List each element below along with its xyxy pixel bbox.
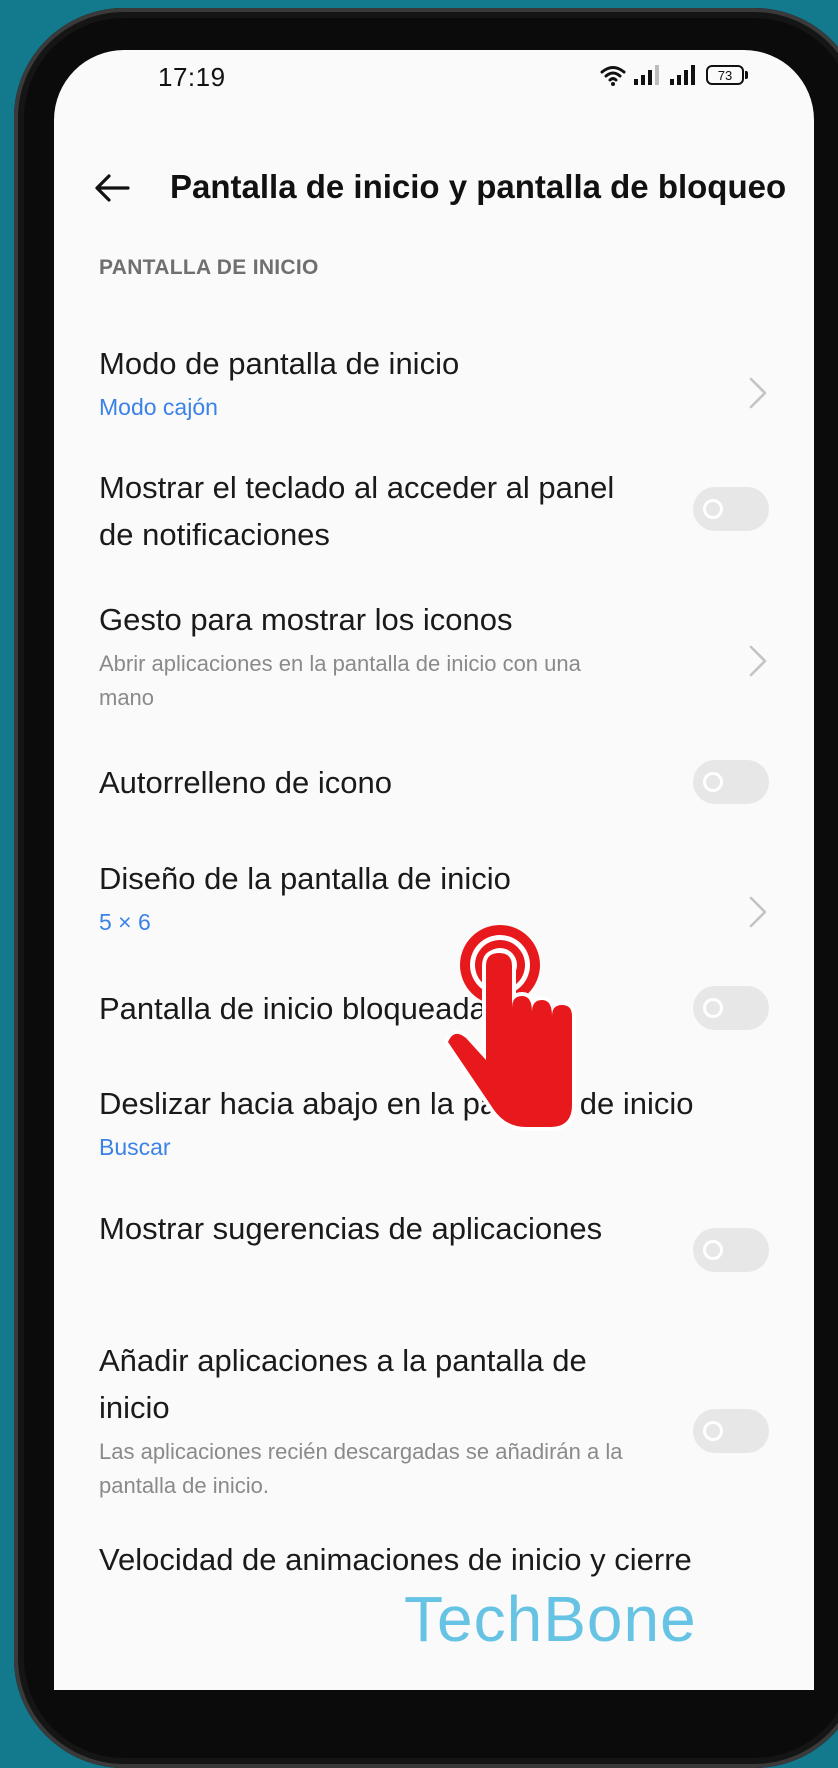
chevron-right-icon bbox=[749, 896, 767, 928]
toggle-knob bbox=[703, 499, 723, 519]
status-bar: 17:19 73 bbox=[54, 50, 814, 110]
setting-title: Mostrar el teclado al acceder al panel d… bbox=[99, 470, 615, 552]
setting-value: Buscar bbox=[99, 1134, 171, 1160]
phone-screen: 17:19 73 Pantalla de inicio y pantalla d… bbox=[54, 50, 814, 1690]
setting-title: Mostrar sugerencias de aplicaciones bbox=[99, 1211, 603, 1246]
setting-description: Las aplicaciones recién descargadas se a… bbox=[99, 1439, 623, 1498]
setting-value: 5 × 6 bbox=[99, 909, 151, 935]
chevron-right-icon bbox=[749, 377, 767, 409]
setting-app-suggestions[interactable]: Mostrar sugerencias de aplicaciones bbox=[99, 1205, 769, 1272]
signal-icon-sim2 bbox=[670, 65, 695, 85]
status-time: 17:19 bbox=[158, 62, 226, 92]
battery-level: 73 bbox=[706, 65, 744, 85]
watermark-logo: TechBone bbox=[404, 1583, 697, 1655]
toggle-switch[interactable] bbox=[693, 1409, 769, 1453]
setting-title: Diseño de la pantalla de inicio bbox=[99, 861, 511, 896]
toggle-switch[interactable] bbox=[693, 760, 769, 804]
setting-home-layout[interactable]: Diseño de la pantalla de inicio 5 × 6 bbox=[99, 855, 769, 940]
setting-title: Autorrelleno de icono bbox=[99, 765, 392, 800]
battery-tip bbox=[745, 71, 748, 79]
toggle-knob bbox=[703, 998, 723, 1018]
toggle-switch[interactable] bbox=[693, 986, 769, 1030]
setting-title: Gesto para mostrar los iconos bbox=[99, 602, 513, 637]
setting-lock-home-layout[interactable]: Pantalla de inicio bloqueada bbox=[99, 985, 769, 1032]
setting-gesture-icons[interactable]: Gesto para mostrar los iconos Abrir apli… bbox=[99, 596, 769, 715]
status-icons: 73 bbox=[600, 64, 748, 86]
setting-title: Modo de pantalla de inicio bbox=[99, 346, 460, 381]
toggle-knob bbox=[703, 772, 723, 792]
toggle-knob bbox=[703, 1240, 723, 1260]
setting-title: Añadir aplicaciones a la pantalla de ini… bbox=[99, 1343, 587, 1425]
toggle-switch[interactable] bbox=[693, 1228, 769, 1272]
wifi-icon bbox=[600, 66, 626, 86]
setting-home-screen-mode[interactable]: Modo de pantalla de inicio Modo cajón bbox=[99, 340, 769, 425]
signal-icon-sim1 bbox=[634, 65, 659, 85]
setting-value: Modo cajón bbox=[99, 394, 218, 420]
toggle-switch[interactable] bbox=[693, 487, 769, 531]
setting-swipe-down[interactable]: Deslizar hacia abajo en la pantalla de i… bbox=[99, 1080, 769, 1165]
chevron-right-icon bbox=[749, 645, 767, 677]
tap-hand-icon bbox=[444, 925, 576, 1131]
toggle-knob bbox=[703, 1421, 723, 1441]
page-title: Pantalla de inicio y pantalla de bloqueo bbox=[170, 168, 787, 205]
setting-add-apps-home[interactable]: Añadir aplicaciones a la pantalla de ini… bbox=[99, 1337, 769, 1503]
setting-description: Abrir aplicaciones en la pantalla de ini… bbox=[99, 651, 581, 710]
back-arrow-icon[interactable] bbox=[92, 168, 132, 208]
setting-title: Deslizar hacia abajo en la pantalla de i… bbox=[99, 1086, 694, 1121]
battery-indicator: 73 bbox=[706, 65, 748, 85]
setting-title: Velocidad de animaciones de inicio y cie… bbox=[99, 1542, 692, 1577]
setting-icon-autofill[interactable]: Autorrelleno de icono bbox=[99, 759, 769, 806]
section-header: PANTALLA DE INICIO bbox=[99, 256, 319, 279]
setting-animation-speed[interactable]: Velocidad de animaciones de inicio y cie… bbox=[99, 1536, 769, 1583]
setting-show-keyboard[interactable]: Mostrar el teclado al acceder al panel d… bbox=[99, 464, 769, 558]
top-bar: Pantalla de inicio y pantalla de bloqueo bbox=[54, 158, 814, 218]
